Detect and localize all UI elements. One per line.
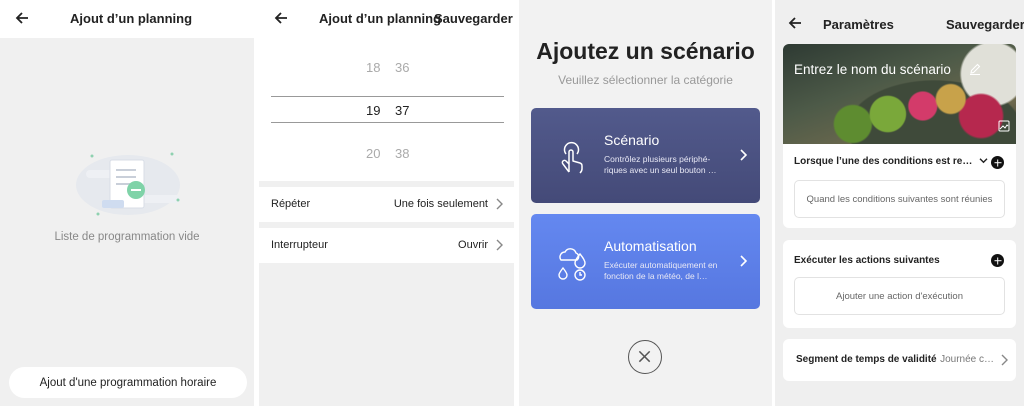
conditions-title-text: Lorsque l’une des conditions est re… bbox=[794, 156, 973, 167]
page-subtitle: Veuillez sélectionner la catégorie bbox=[558, 73, 733, 87]
repeat-value: Une fois seulement bbox=[393, 198, 488, 210]
page-title: Paramètres bbox=[823, 17, 894, 32]
chevron-down-icon[interactable] bbox=[979, 157, 988, 164]
actions-panel: Exécuter les actions suivantes Ajouter u… bbox=[783, 240, 1016, 328]
top-bar: Paramètres Sauvegarder bbox=[775, 0, 1024, 38]
screen-add-schedule-form: Ajout d’un planning Sauvegarder 18 36 19… bbox=[259, 0, 514, 406]
switch-row[interactable]: Interrupteur Ouvrir bbox=[259, 228, 514, 263]
automation-card[interactable]: Automatisation Exécuter automatiquement … bbox=[531, 214, 760, 309]
picker-selection-line bbox=[271, 122, 504, 123]
screen-scenario-settings: Paramètres Sauvegarder Entrez le nom du … bbox=[775, 0, 1024, 406]
empty-list-illustration bbox=[76, 152, 180, 216]
page-title: Ajout d’un planning bbox=[319, 11, 442, 26]
repeat-label: Répéter bbox=[271, 198, 311, 210]
change-image-icon[interactable] bbox=[998, 120, 1010, 132]
switch-label: Interrupteur bbox=[271, 239, 328, 251]
repeat-row[interactable]: Répéter Une fois seulement bbox=[259, 187, 514, 222]
back-arrow-icon[interactable] bbox=[785, 13, 805, 33]
hour-option[interactable]: 18 bbox=[366, 60, 380, 75]
add-schedule-button[interactable]: Ajout d'une programmation horaire bbox=[9, 367, 247, 398]
hour-option[interactable]: 20 bbox=[366, 146, 380, 161]
minute-option[interactable]: 36 bbox=[395, 60, 409, 75]
weather-icon bbox=[558, 248, 586, 281]
card-title: Scénario bbox=[604, 132, 660, 148]
save-button[interactable]: Sauvegarder bbox=[434, 11, 513, 26]
top-bar: Ajout d’un planning bbox=[0, 0, 254, 38]
add-condition-plus-icon[interactable] bbox=[991, 156, 1004, 169]
scenario-cover-image[interactable]: Entrez le nom du scénario bbox=[783, 44, 1016, 144]
screen-add-schedule-empty: Ajout d’un planning Liste de programmati… bbox=[0, 0, 254, 406]
empty-list-text: Liste de programmation vide bbox=[54, 231, 200, 243]
close-icon[interactable] bbox=[628, 340, 662, 374]
validity-label: Segment de temps de validité bbox=[796, 354, 937, 365]
switch-value: Ouvrir bbox=[458, 239, 488, 251]
page-title: Ajoutez un scénario bbox=[536, 38, 755, 64]
back-arrow-icon[interactable] bbox=[12, 8, 32, 28]
top-bar: Ajout d’un planning Sauvegarder bbox=[259, 0, 514, 38]
save-button[interactable]: Sauvegarder bbox=[946, 17, 1024, 32]
hand-tap-icon bbox=[561, 141, 583, 174]
card-description: Exécuter automatiquement en fonction de … bbox=[604, 260, 718, 281]
actions-box[interactable]: Ajouter une action d'exécution bbox=[794, 277, 1005, 315]
back-arrow-icon[interactable] bbox=[271, 8, 291, 28]
edit-pencil-icon[interactable] bbox=[969, 63, 981, 75]
chevron-right-icon bbox=[740, 149, 748, 161]
minute-option[interactable]: 38 bbox=[395, 146, 409, 161]
minute-selected[interactable]: 37 bbox=[395, 103, 409, 118]
chevron-right-icon bbox=[740, 255, 748, 267]
validity-segment-row[interactable]: Segment de temps de validité Journée c… bbox=[783, 339, 1016, 381]
page-title: Ajout d’un planning bbox=[70, 11, 193, 26]
hour-selected[interactable]: 19 bbox=[366, 103, 380, 118]
chevron-right-icon bbox=[496, 239, 503, 251]
scenario-name-input[interactable]: Entrez le nom du scénario bbox=[794, 62, 951, 77]
chevron-right-icon bbox=[1001, 354, 1008, 366]
conditions-title[interactable]: Lorsque l’une des conditions est re… bbox=[794, 156, 988, 167]
validity-value: Journée c… bbox=[940, 354, 994, 365]
screen-add-scenario: Ajoutez un scénario Veuillez sélectionne… bbox=[519, 0, 772, 406]
add-action-plus-icon[interactable] bbox=[991, 254, 1004, 267]
card-title: Automatisation bbox=[604, 238, 697, 254]
conditions-box[interactable]: Quand les conditions suivantes sont réun… bbox=[794, 180, 1005, 218]
picker-selection-line bbox=[271, 96, 504, 97]
card-description: Contrôlez plusieurs périphé-riques avec … bbox=[604, 154, 717, 175]
scenario-card[interactable]: Scénario Contrôlez plusieurs périphé-riq… bbox=[531, 108, 760, 203]
time-picker[interactable]: 18 36 19 37 20 38 bbox=[259, 38, 514, 181]
actions-title: Exécuter les actions suivantes bbox=[794, 255, 940, 266]
conditions-panel: Lorsque l’une des conditions est re… Qua… bbox=[783, 144, 1016, 228]
chevron-right-icon bbox=[496, 198, 503, 210]
